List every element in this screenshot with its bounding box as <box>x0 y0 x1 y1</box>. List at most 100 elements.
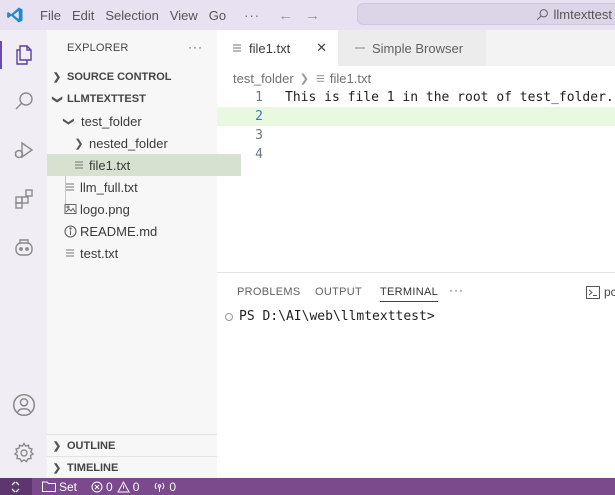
section-label: TIMELINE <box>67 462 119 474</box>
breadcrumb: test_folder ❯ file1.txt <box>233 69 371 87</box>
terminal-prompt: PS D:\AI\web\llmtexttest> <box>239 309 435 324</box>
search-icon <box>537 8 549 20</box>
command-center-search[interactable]: llmtexttest <box>357 3 615 25</box>
tab-file1[interactable]: file1.txt ✕ <box>217 30 338 66</box>
chevron-right-icon: ❯ <box>52 71 62 83</box>
tree-item-logo[interactable]: logo.png <box>47 198 232 220</box>
copilot-icon[interactable] <box>0 227 47 267</box>
text-file-icon <box>315 73 326 84</box>
breadcrumb-folder[interactable]: test_folder <box>233 71 294 86</box>
back-arrow-icon[interactable]: ← <box>278 7 293 24</box>
tree-item-label: llm_full.txt <box>80 179 138 195</box>
menu-go[interactable]: Go <box>209 8 226 23</box>
chevron-right-icon: ❯ <box>52 462 62 474</box>
status-folder-label: Set <box>59 479 78 494</box>
folder-icon <box>42 481 56 492</box>
bottom-panel: PROBLEMS OUTPUT TERMINAL ··· pc PS D:\AI… <box>217 272 615 479</box>
menu-view[interactable]: View <box>170 8 198 23</box>
settings-gear-icon[interactable] <box>0 433 47 473</box>
tab-label: Simple Browser <box>372 40 464 56</box>
terminal-instance-button[interactable]: pc <box>586 285 615 299</box>
tab-label: file1.txt <box>249 40 291 56</box>
section-label: SOURCE CONTROL <box>67 71 172 83</box>
close-icon[interactable]: ✕ <box>316 40 327 56</box>
ports-count: 0 <box>169 479 177 494</box>
status-ports-item[interactable]: 0 <box>153 480 176 494</box>
line-text: This is file 1 in the root of test_folde… <box>285 90 614 105</box>
status-bar: Set 0 0 0 <box>0 478 615 495</box>
extensions-icon[interactable] <box>0 179 47 219</box>
chevron-down-icon: ❯ <box>62 116 75 126</box>
warning-icon <box>116 480 130 492</box>
warning-count: 0 <box>132 479 140 494</box>
explorer-more-button[interactable]: ··· <box>188 40 203 54</box>
run-debug-icon[interactable] <box>0 130 47 170</box>
editor-line[interactable]: 3 <box>217 126 615 145</box>
vscode-logo-icon <box>0 0 30 30</box>
text-file-icon <box>231 42 243 54</box>
editor-line[interactable]: 1 This is file 1 in the root of test_fol… <box>217 88 615 107</box>
tab-terminal[interactable]: TERMINAL <box>380 286 439 302</box>
command-decoration-icon <box>225 312 233 321</box>
explorer-header: EXPLORER ··· <box>47 30 217 66</box>
image-file-icon <box>62 201 78 217</box>
account-icon[interactable] <box>0 385 47 425</box>
section-source-control[interactable]: ❯ SOURCE CONTROL <box>47 66 217 88</box>
menu-selection[interactable]: Selection <box>105 8 158 23</box>
terminal-icon <box>586 285 600 299</box>
section-timeline[interactable]: ❯ TIMELINE <box>47 456 217 479</box>
section-outline[interactable]: ❯ OUTLINE <box>47 434 217 457</box>
line-number: 2 <box>255 109 263 124</box>
menu-more-button[interactable]: ··· <box>244 8 260 23</box>
section-workspace[interactable]: ❯ LLMTEXTTEST <box>47 88 217 110</box>
tree-item-label: test.txt <box>80 245 119 261</box>
explorer-icon[interactable] <box>0 35 47 75</box>
tree-item-label: file1.txt <box>89 157 131 173</box>
tree-item-test-folder[interactable]: ❯ test_folder <box>47 110 231 132</box>
tree-item-nested-folder[interactable]: ❯ nested_folder <box>47 132 241 154</box>
error-count: 0 <box>106 479 113 494</box>
tab-simple-browser[interactable]: Simple Browser <box>338 30 486 66</box>
editor-line-current[interactable]: 2 <box>217 107 615 126</box>
terminal-output[interactable]: PS D:\AI\web\llmtexttest> <box>225 309 435 324</box>
tree-item-label: logo.png <box>80 201 130 217</box>
activity-bar <box>0 30 48 478</box>
info-icon <box>62 223 78 239</box>
tree-item-readme[interactable]: README.md <box>47 220 232 242</box>
line-number: 4 <box>255 147 263 162</box>
section-label: OUTLINE <box>67 440 116 452</box>
editor-tab-bar: file1.txt ✕ Simple Browser <box>217 30 615 66</box>
tree-item-label: nested_folder <box>89 135 168 151</box>
search-icon[interactable] <box>0 81 47 121</box>
forward-arrow-icon[interactable]: → <box>305 7 320 24</box>
panel-more-button[interactable]: ··· <box>449 283 464 297</box>
tree-item-label: test_folder <box>81 113 142 129</box>
terminal-instance-label: pc <box>604 285 615 299</box>
tab-problems[interactable]: PROBLEMS <box>237 286 301 298</box>
line-number: 3 <box>255 128 263 143</box>
chevron-down-icon: ❯ <box>51 94 63 104</box>
tree-item-llm-full[interactable]: llm_full.txt <box>47 176 232 198</box>
text-file-icon <box>62 245 78 261</box>
error-icon <box>91 481 103 492</box>
broadcast-icon <box>155 482 165 492</box>
explorer-sidebar: EXPLORER ··· ❯ SOURCE CONTROL ❯ LLMTEXTT… <box>47 30 241 479</box>
text-file-icon <box>71 157 87 173</box>
breadcrumb-file[interactable]: file1.txt <box>330 71 371 86</box>
search-label: llmtexttest <box>553 6 612 22</box>
editor-line[interactable]: 4 <box>217 145 615 164</box>
status-problems-item[interactable]: 0 0 <box>91 480 139 494</box>
section-label: LLMTEXTTEST <box>67 93 146 105</box>
tree-item-label: README.md <box>80 223 158 239</box>
tree-item-test[interactable]: test.txt <box>47 242 232 264</box>
browser-icon <box>354 42 366 54</box>
status-folder-item[interactable]: Set <box>42 480 77 494</box>
tab-output[interactable]: OUTPUT <box>315 286 362 298</box>
chevron-right-icon: ❯ <box>52 440 62 452</box>
tree-item-file1[interactable]: file1.txt <box>47 154 241 176</box>
menu-file[interactable]: File <box>40 8 61 23</box>
remote-icon[interactable] <box>0 478 32 495</box>
menu-edit[interactable]: Edit <box>72 8 94 23</box>
chevron-right-icon: ❯ <box>74 137 84 150</box>
title-bar: File Edit Selection View Go ··· ← → llmt… <box>0 0 615 30</box>
